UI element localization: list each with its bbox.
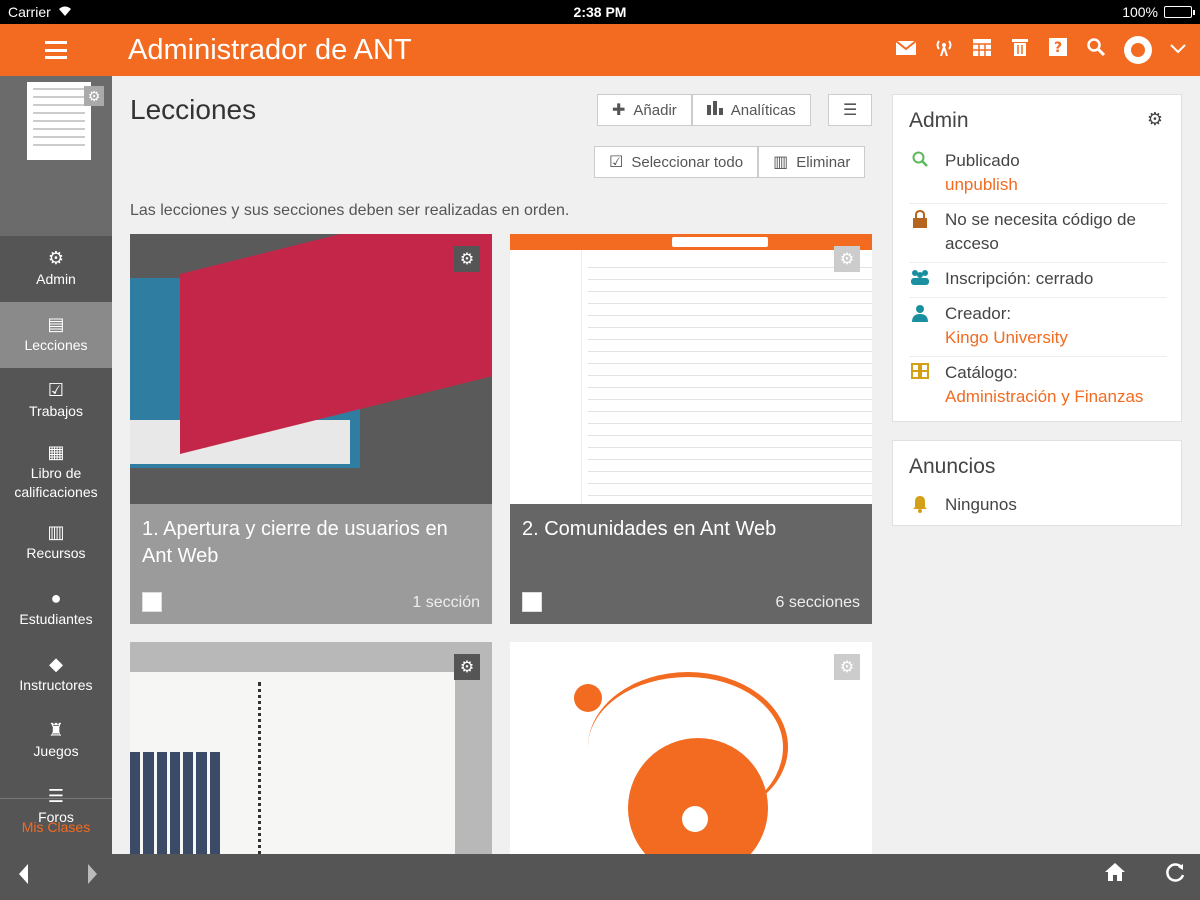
- enrollment-row: Inscripción: cerrado: [909, 263, 1167, 298]
- sidebar-item-juegos[interactable]: ♜ Juegos: [0, 708, 112, 774]
- gear-icon[interactable]: ⚙: [834, 246, 860, 272]
- unpublish-link[interactable]: unpublish: [945, 173, 1020, 197]
- person-icon: [909, 302, 931, 350]
- app-title: Administrador de ANT: [128, 34, 412, 66]
- search-icon[interactable]: [1086, 38, 1106, 62]
- broadcast-icon[interactable]: [934, 38, 954, 62]
- admin-panel: Admin ⚙ Publicado unpublish No se necesi…: [892, 94, 1182, 422]
- chevron-down-icon[interactable]: [1170, 41, 1186, 59]
- lesson-card[interactable]: ⚙ 1. Apertura y cierre de usuarios en An…: [130, 234, 492, 624]
- person-icon: ●: [50, 588, 62, 608]
- svg-text:?: ?: [1054, 40, 1062, 56]
- lesson-title: 1. Apertura y cierre de usuarios en Ant …: [142, 518, 448, 567]
- sidebar-nav: ⚙ Admin ▤ Lecciones ☑ Trabajos ▦ Libro d…: [0, 236, 112, 840]
- access-code-row: No se necesita código de acceso: [909, 204, 1167, 263]
- plus-icon: ✚: [612, 102, 626, 119]
- add-button[interactable]: ✚ Añadir: [597, 94, 692, 126]
- catalog-icon: [909, 361, 931, 409]
- lesson-card[interactable]: ⚙ 2. Comunidades en Ant Web 6 secciones: [510, 234, 872, 624]
- section-count: 6 secciones: [775, 594, 861, 611]
- no-announcements-text: Ningunos: [945, 495, 1017, 514]
- gradebook-icon: ▦: [47, 441, 65, 462]
- lesson-image-books: ⚙: [130, 234, 492, 504]
- calendar-icon[interactable]: [972, 38, 992, 62]
- list-icon: ☰: [843, 102, 858, 119]
- sidebar-item-libro-de-calificaciones[interactable]: ▦ Libro de calificaciones: [0, 434, 112, 510]
- class-thumbnail[interactable]: ⚙: [0, 76, 112, 236]
- reload-icon[interactable]: [1164, 862, 1186, 890]
- help-icon[interactable]: ?: [1048, 38, 1068, 62]
- my-classes-link[interactable]: Mis Clases: [0, 798, 112, 854]
- ios-status-bar: Carrier 2:38 PM 100%: [0, 0, 1200, 24]
- search-icon: [909, 149, 931, 197]
- main-content: Lecciones ✚ Añadir Analíticas ☰ ☑ Selecc…: [112, 76, 882, 854]
- section-count: 1 sección: [412, 594, 480, 611]
- creator-link[interactable]: Kingo University: [945, 326, 1068, 350]
- analytics-button[interactable]: Analíticas: [691, 94, 811, 126]
- panel-title: Admin: [909, 109, 969, 132]
- lesson-card[interactable]: ⚙: [130, 642, 492, 854]
- gear-icon[interactable]: ⚙: [454, 654, 480, 680]
- forward-icon[interactable]: [84, 862, 100, 892]
- checkbox-icon: ☑: [47, 380, 65, 400]
- lesson-actions: ✚ Añadir Analíticas: [597, 94, 811, 126]
- trash-icon[interactable]: [1010, 38, 1030, 62]
- status-row: Publicado unpublish: [909, 145, 1167, 204]
- lock-icon: [909, 208, 931, 256]
- sidebar: ⚙ ⚙ Admin ▤ Lecciones ☑ Trabajos ▦ Libro…: [0, 76, 112, 854]
- instructor-icon: ◆: [49, 654, 63, 674]
- catalog-link[interactable]: Administración y Finanzas: [945, 385, 1143, 409]
- announcement-row: Ningunos: [909, 489, 1167, 524]
- resources-icon: ▥: [47, 522, 65, 542]
- gear-icon[interactable]: ⚙: [84, 86, 104, 106]
- bell-icon: [909, 493, 931, 518]
- mail-icon[interactable]: [895, 39, 917, 61]
- menu-button[interactable]: [0, 24, 112, 76]
- lesson-card[interactable]: ⚙: [510, 642, 872, 854]
- delete-button[interactable]: ▥ Eliminar: [758, 146, 866, 178]
- panel-title: Anuncios: [909, 455, 996, 478]
- creator-row: Creador: Kingo University: [909, 298, 1167, 357]
- sidebar-item-trabajos[interactable]: ☑ Trabajos: [0, 368, 112, 434]
- sidebar-item-recursos[interactable]: ▥ Recursos: [0, 510, 112, 576]
- select-all-button[interactable]: ☑ Seleccionar todo: [594, 146, 759, 178]
- lesson-image-screenshot: ⚙: [510, 234, 872, 504]
- book-icon: ▤: [47, 314, 65, 334]
- list-view-button[interactable]: ☰: [828, 94, 873, 126]
- lesson-image-notebook: ⚙: [130, 642, 492, 854]
- page-title: Lecciones: [130, 94, 257, 125]
- app-header: Administrador de ANT ?: [0, 24, 1200, 76]
- trophy-icon: ♜: [47, 720, 65, 740]
- lesson-checkbox[interactable]: [142, 592, 162, 612]
- avatar[interactable]: [1124, 36, 1152, 64]
- lesson-title: 2. Comunidades en Ant Web: [522, 518, 777, 540]
- hamburger-icon: [45, 41, 67, 59]
- battery-icon: [1164, 6, 1195, 18]
- lesson-checkbox[interactable]: [522, 592, 542, 612]
- sidebar-item-estudiantes[interactable]: ● Estudiantes: [0, 576, 112, 642]
- trash-icon: ▥: [773, 154, 789, 171]
- battery-percent: 100%: [1122, 4, 1158, 20]
- gear-icon[interactable]: ⚙: [454, 246, 480, 272]
- bottom-toolbar: [0, 854, 1200, 900]
- sidebar-item-admin[interactable]: ⚙ Admin: [0, 236, 112, 302]
- lesson-image-logo: ⚙: [510, 642, 872, 854]
- home-icon[interactable]: [1104, 862, 1126, 888]
- announcements-panel: Anuncios Ningunos: [892, 440, 1182, 526]
- catalog-row: Catálogo: Administración y Finanzas: [909, 357, 1167, 415]
- checkbox-icon: ☑: [609, 154, 624, 171]
- status-time: 2:38 PM: [573, 4, 627, 20]
- sidebar-item-lecciones[interactable]: ▤ Lecciones: [0, 302, 112, 368]
- gear-icon[interactable]: ⚙: [1147, 109, 1163, 130]
- gear-icon: ⚙: [47, 248, 65, 268]
- group-icon: [909, 267, 931, 291]
- selection-actions: ☑ Seleccionar todo ▥ Eliminar: [594, 146, 866, 178]
- back-icon[interactable]: [16, 862, 32, 892]
- instructions-text: Las lecciones y sus secciones deben ser …: [130, 202, 570, 219]
- bar-chart-icon: [706, 100, 723, 120]
- sidebar-item-instructores[interactable]: ◆ Instructores: [0, 642, 112, 708]
- gear-icon[interactable]: ⚙: [834, 654, 860, 680]
